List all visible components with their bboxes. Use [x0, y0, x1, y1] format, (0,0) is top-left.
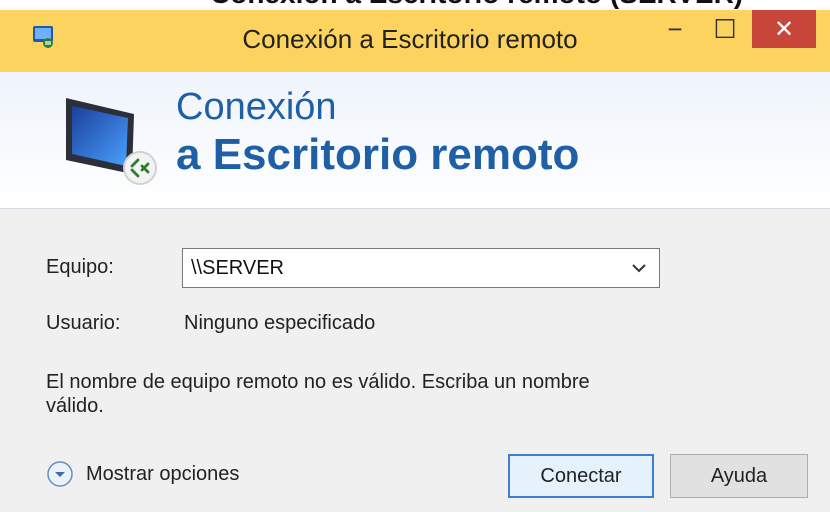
error-message: El nombre de equipo remoto no es válido.…	[46, 371, 590, 417]
header-banner: Conexión a Escritorio remoto	[0, 72, 830, 209]
show-options-label[interactable]: Mostrar opciones	[86, 463, 239, 486]
connect-button[interactable]: Conectar	[508, 454, 654, 498]
maximize-button[interactable]: ☐	[698, 10, 752, 48]
usuario-label: Usuario:	[46, 312, 121, 334]
top-strip: Conexión a Escritorio remoto (SERVER)	[0, 0, 830, 10]
close-button[interactable]: ✕	[752, 10, 816, 48]
chevron-circle-icon[interactable]	[46, 460, 74, 488]
monitor-connection-icon	[66, 98, 157, 185]
titlebar[interactable]: Conexión a Escritorio remoto − ☐ ✕	[0, 10, 830, 73]
remote-desktop-icon	[33, 26, 53, 48]
help-button[interactable]: Ayuda	[670, 454, 808, 498]
header-title-line1: Conexión	[176, 86, 337, 128]
equipo-input[interactable]	[191, 255, 611, 281]
background-title-text: Conexión a Escritorio remoto (SERVER)	[210, 0, 830, 10]
equipo-label: Equipo:	[46, 256, 114, 278]
show-options-toggle[interactable]: Mostrar opciones	[46, 458, 239, 490]
window-title: Conexión a Escritorio remoto	[242, 24, 578, 54]
minimize-button[interactable]: −	[648, 10, 702, 48]
rdp-window: Conexión a Escritorio remoto − ☐ ✕ Conex…	[0, 10, 830, 512]
equipo-combobox[interactable]	[182, 248, 660, 288]
header-title-line2: a Escritorio remoto	[176, 130, 580, 179]
chevron-down-icon[interactable]	[629, 255, 649, 281]
usuario-value: Ninguno especificado	[184, 312, 376, 334]
